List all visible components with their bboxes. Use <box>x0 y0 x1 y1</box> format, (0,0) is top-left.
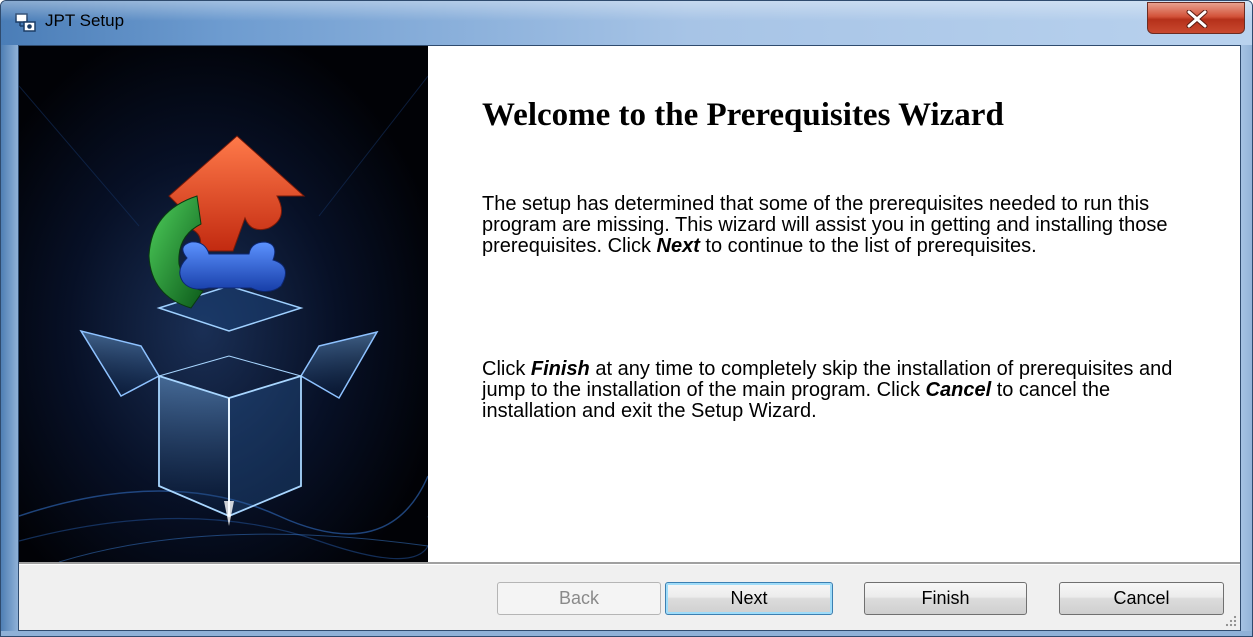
intro-text-2: to continue to the list of prerequisites… <box>699 235 1037 257</box>
cancel-button[interactable]: Cancel <box>1059 582 1224 615</box>
page-title: Welcome to the Prerequisites Wizard <box>482 97 1004 133</box>
setup-app-icon <box>15 13 36 32</box>
wizard-side-banner <box>19 46 428 562</box>
puzzle-box-graphic <box>19 46 428 562</box>
title-bar[interactable]: JPT Setup <box>1 1 1252 45</box>
wizard-client-area: Welcome to the Prerequisites Wizard The … <box>18 45 1241 631</box>
close-button[interactable] <box>1147 2 1245 34</box>
close-icon <box>1186 10 1208 28</box>
instructions-text-1: Click <box>482 358 531 380</box>
back-button[interactable]: Back <box>497 582 661 615</box>
resize-grip-icon[interactable] <box>1225 615 1237 627</box>
window-title: JPT Setup <box>45 11 125 30</box>
window-frame-bottom <box>1 631 1252 636</box>
instructions-emphasis-cancel: Cancel <box>925 379 992 401</box>
intro-paragraph: The setup has determined that some of th… <box>482 194 1182 257</box>
finish-button[interactable]: Finish <box>864 582 1027 615</box>
window-frame-left <box>1 45 18 635</box>
wizard-content-panel: Welcome to the Prerequisites Wizard The … <box>428 46 1240 562</box>
setup-window: JPT Setup Welcome to the Prerequisites W… <box>0 0 1253 637</box>
instructions-paragraph: Click Finish at any time to completely s… <box>482 359 1182 422</box>
instructions-emphasis-finish: Finish <box>530 358 590 380</box>
window-frame-right <box>1241 45 1252 635</box>
next-button[interactable]: Next <box>665 582 833 615</box>
intro-emphasis-next: Next <box>656 235 700 257</box>
button-bar-divider <box>19 562 1240 565</box>
